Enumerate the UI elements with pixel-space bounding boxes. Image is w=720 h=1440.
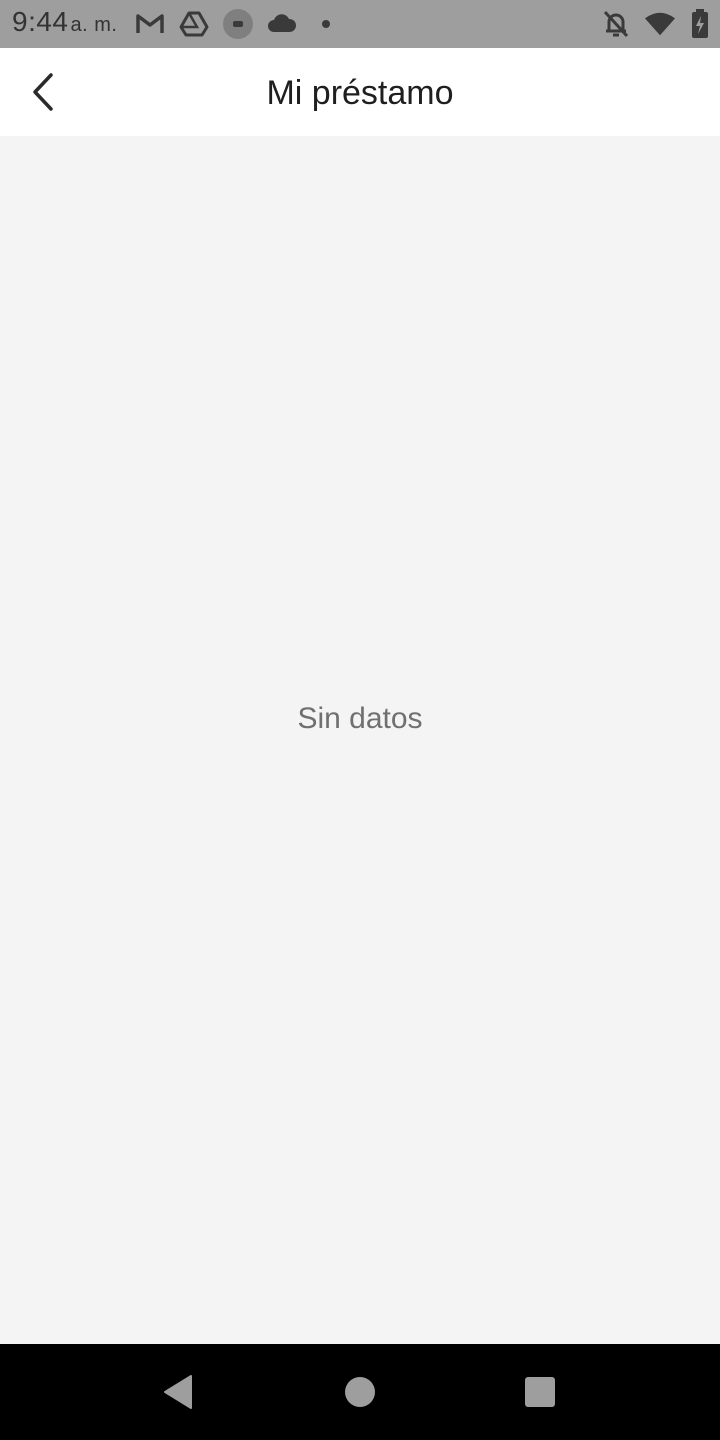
screen: 9:44 a. m. Mi préstamo Sin datos bbox=[0, 0, 720, 1440]
home-circle-icon bbox=[345, 1377, 375, 1407]
status-bar: 9:44 a. m. bbox=[0, 0, 720, 48]
record-icon bbox=[222, 8, 254, 40]
app-bar: Mi préstamo bbox=[0, 48, 720, 136]
bell-off-icon bbox=[600, 8, 632, 40]
recents-square-icon bbox=[525, 1377, 555, 1407]
page-title: Mi préstamo bbox=[266, 74, 454, 112]
cloud-icon bbox=[266, 8, 298, 40]
nav-home-button[interactable] bbox=[340, 1372, 380, 1412]
nav-recents-button[interactable] bbox=[520, 1372, 560, 1412]
content-area: Sin datos bbox=[0, 136, 720, 1344]
status-time: 9:44 a. m. bbox=[12, 6, 117, 38]
back-triangle-icon bbox=[164, 1375, 192, 1409]
nav-back-button[interactable] bbox=[158, 1372, 198, 1412]
empty-state-message: Sin datos bbox=[297, 702, 423, 735]
gmail-icon bbox=[134, 8, 166, 40]
status-time-value: 9:44 bbox=[12, 6, 69, 37]
drive-icon bbox=[178, 8, 210, 40]
status-time-ampm: a. m. bbox=[70, 14, 118, 36]
navigation-bar bbox=[0, 1344, 720, 1440]
dot-icon bbox=[310, 8, 342, 40]
battery-charging-icon bbox=[684, 8, 716, 40]
wifi-icon bbox=[644, 8, 676, 40]
